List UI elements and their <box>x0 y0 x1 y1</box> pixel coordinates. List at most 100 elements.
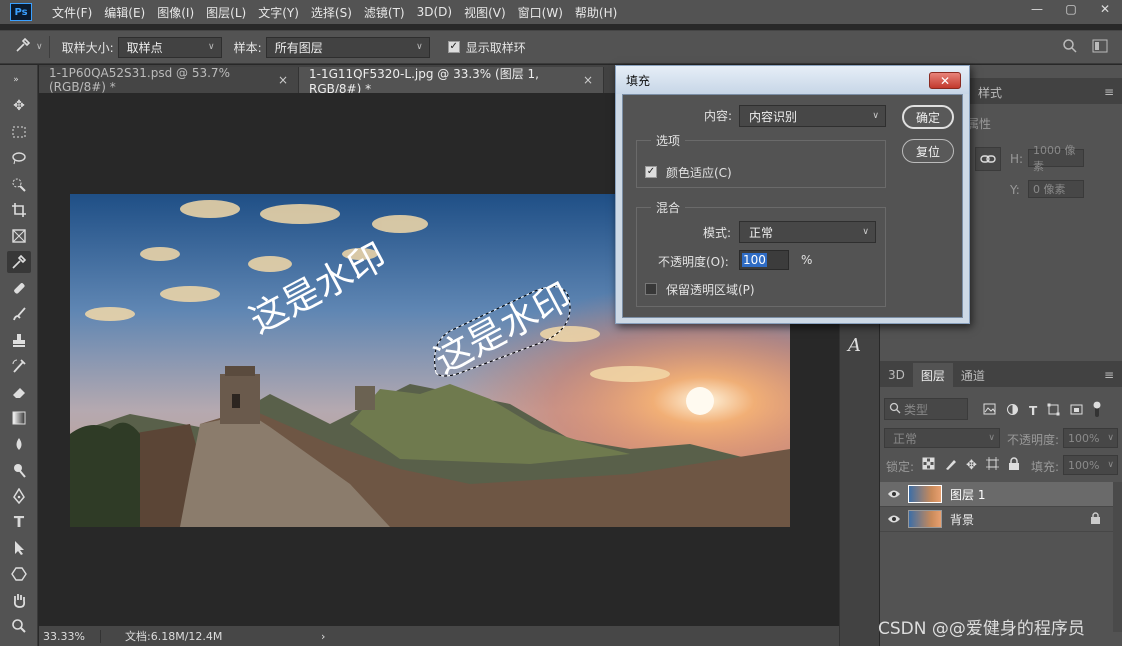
fill-value: 100% <box>1068 458 1100 472</box>
close-icon[interactable]: ✕ <box>929 72 961 89</box>
tab-channels[interactable]: 通道 <box>953 363 993 387</box>
menu-type[interactable]: 文字(Y) <box>252 4 305 21</box>
pen-tool-icon[interactable] <box>7 485 31 507</box>
close-icon[interactable]: × <box>278 73 288 87</box>
layer-name[interactable]: 背景 <box>950 511 974 528</box>
shape-filter-icon[interactable] <box>1047 403 1060 419</box>
sample-size-select[interactable]: 取样点 ∨ <box>117 36 222 58</box>
path-select-tool-icon[interactable] <box>7 537 31 559</box>
show-ring-checkbox[interactable]: ✓ <box>447 41 460 53</box>
maximize-button[interactable]: ▢ <box>1054 0 1088 18</box>
tab-properties[interactable]: 属性 <box>967 115 991 132</box>
opacity-input[interactable]: 100 <box>739 250 789 270</box>
layer-opacity-field[interactable]: 100% ∨ <box>1063 428 1118 448</box>
layer-name[interactable]: 图层 1 <box>950 486 985 503</box>
ok-button[interactable]: 确定 <box>902 105 954 129</box>
search-icon[interactable] <box>1062 38 1078 57</box>
healing-brush-tool-icon[interactable] <box>7 277 31 299</box>
eyedropper-icon[interactable] <box>14 36 32 58</box>
dodge-tool-icon[interactable] <box>7 459 31 481</box>
close-icon[interactable]: × <box>583 73 593 87</box>
eye-icon[interactable] <box>880 514 908 524</box>
shape-tool-icon[interactable] <box>7 563 31 585</box>
eye-icon[interactable] <box>880 489 908 499</box>
layers-scrollbar[interactable] <box>1113 482 1122 632</box>
character-panel-icon[interactable]: A <box>848 335 861 356</box>
chevron-down-icon[interactable]: ∨ <box>36 42 43 52</box>
minimize-button[interactable]: — <box>1020 0 1054 18</box>
image-filter-icon[interactable] <box>983 403 996 418</box>
reset-button[interactable]: 复位 <box>902 139 954 163</box>
tab-jpg-document[interactable]: 1-1G11QF5320-L.jpg @ 33.3% (图层 1, RGB/8#… <box>299 67 604 96</box>
move-tool-icon[interactable]: ✥ <box>7 95 31 117</box>
color-adapt-label[interactable]: 颜色适应(C) <box>666 164 732 181</box>
zoom-level[interactable]: 33.33% <box>39 629 101 643</box>
menu-3d[interactable]: 3D(D) <box>411 5 458 19</box>
lock-position-icon[interactable]: ✥ <box>966 458 977 473</box>
status-arrow-icon[interactable]: › <box>321 630 325 643</box>
quick-select-tool-icon[interactable] <box>7 173 31 195</box>
y-field[interactable]: 0 像素 <box>1028 180 1084 198</box>
fill-label: 填充: <box>1031 460 1060 474</box>
menu-select[interactable]: 选择(S) <box>305 4 358 21</box>
hand-tool-icon[interactable] <box>7 589 31 611</box>
blur-tool-icon[interactable] <box>7 433 31 455</box>
chevron-down-icon: ∨ <box>416 42 423 52</box>
height-field[interactable]: 1000 像素 <box>1028 144 1084 173</box>
preserve-transparency-checkbox[interactable] <box>645 283 657 295</box>
layer-row-background[interactable]: 背景 <box>880 507 1113 532</box>
link-icon[interactable] <box>975 147 1001 171</box>
tab-layers[interactable]: 图层 <box>912 363 953 387</box>
close-window-button[interactable]: ✕ <box>1088 0 1122 18</box>
history-brush-tool-icon[interactable] <box>7 355 31 377</box>
zoom-tool-icon[interactable] <box>7 615 31 637</box>
collapse-arrows-icon[interactable]: » <box>4 69 28 91</box>
panel-menu-icon[interactable]: ≡ <box>1096 80 1122 104</box>
sample-select[interactable]: 所有图层 ∨ <box>265 36 430 58</box>
tab-3d[interactable]: 3D <box>880 363 913 387</box>
tab-psd-document[interactable]: 1-1P60QA52S31.psd @ 53.7%(RGB/8#) * × <box>39 66 299 94</box>
eyedropper-tool-icon[interactable] <box>7 251 31 273</box>
lock-pixels-icon[interactable] <box>944 457 957 473</box>
menu-window[interactable]: 窗口(W) <box>512 4 569 21</box>
fill-field[interactable]: 100% ∨ <box>1063 455 1118 475</box>
menu-help[interactable]: 帮助(H) <box>569 4 623 21</box>
mode-select[interactable]: 正常 ∨ <box>739 221 876 243</box>
menu-edit[interactable]: 编辑(E) <box>98 4 151 21</box>
crop-tool-icon[interactable] <box>7 199 31 221</box>
layer-opacity-label: 不透明度: <box>1007 433 1060 447</box>
layer-filter-select[interactable]: 类型 <box>884 398 968 420</box>
stamp-tool-icon[interactable] <box>7 329 31 351</box>
content-select[interactable]: 内容识别 ∨ <box>739 105 886 127</box>
menu-view[interactable]: 视图(V) <box>458 4 512 21</box>
eraser-tool-icon[interactable] <box>7 381 31 403</box>
smart-object-filter-icon[interactable] <box>1070 403 1083 419</box>
show-ring-label: 显示取样环 <box>465 40 526 55</box>
preserve-transparency-label[interactable]: 保留透明区域(P) <box>666 281 755 298</box>
workspace-icon[interactable] <box>1092 39 1108 56</box>
menu-file[interactable]: 文件(F) <box>46 4 98 21</box>
content-value: 内容识别 <box>749 109 798 124</box>
color-adapt-checkbox[interactable]: ✓ <box>645 166 657 178</box>
tab-styles[interactable]: 样式 <box>970 80 1010 104</box>
type-tool-icon[interactable]: T <box>7 511 31 533</box>
adjustment-filter-icon[interactable] <box>1006 403 1019 419</box>
brush-tool-icon[interactable] <box>7 303 31 325</box>
filter-toggle[interactable] <box>1093 401 1101 420</box>
gradient-tool-icon[interactable] <box>7 407 31 429</box>
lock-transparency-icon[interactable] <box>922 457 935 473</box>
marquee-tool-icon[interactable] <box>7 121 31 143</box>
type-filter-icon[interactable]: T <box>1029 404 1037 418</box>
menu-filter[interactable]: 滤镜(T) <box>358 4 411 21</box>
menu-layer[interactable]: 图层(L) <box>200 4 252 21</box>
lock-all-icon[interactable] <box>1008 457 1020 473</box>
layer-row-layer1[interactable]: 图层 1 <box>880 482 1113 507</box>
lasso-tool-icon[interactable] <box>7 147 31 169</box>
chevron-down-icon: ∨ <box>208 42 215 52</box>
panel-menu-icon[interactable]: ≡ <box>1096 363 1122 387</box>
frame-tool-icon[interactable] <box>7 225 31 247</box>
blend-mode-select[interactable]: 正常 ∨ <box>884 428 1000 448</box>
lock-icons: ✥ <box>922 457 1020 473</box>
lock-artboard-icon[interactable] <box>985 457 999 473</box>
menu-image[interactable]: 图像(I) <box>151 4 200 21</box>
